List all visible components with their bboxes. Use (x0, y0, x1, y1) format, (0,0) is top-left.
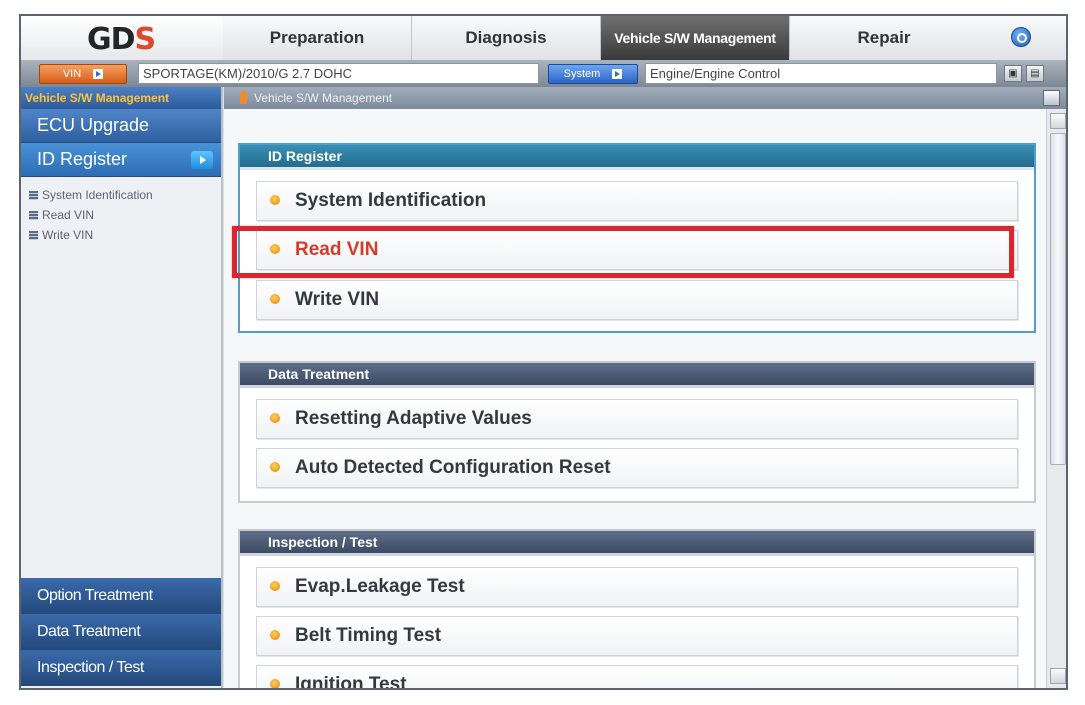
bullet-icon (270, 294, 280, 304)
print-icon[interactable] (1043, 90, 1060, 106)
bullet-icon (270, 244, 280, 254)
vin-button[interactable]: VIN (39, 64, 127, 84)
sidebar-sub-links: System Identification Read VIN Write VIN (21, 177, 221, 245)
sidebar-item-label: ECU Upgrade (37, 115, 150, 135)
sidebar-header: Vehicle S/W Management (21, 87, 221, 109)
tab-repair[interactable]: Repair (790, 16, 979, 60)
group-inspection-test: Inspection / Test Evap.Leakage Test Belt… (238, 529, 1036, 688)
menu-label: System Identification (295, 190, 487, 211)
bullet-icon (270, 195, 280, 205)
write-vin-button[interactable]: Write VIN (256, 280, 1018, 320)
vehicle-field[interactable]: SPORTAGE(KM)/2010/G 2.7 DOHC (138, 63, 539, 84)
vertical-scrollbar[interactable] (1046, 109, 1066, 688)
bullet-icon (270, 462, 280, 472)
content-title: Vehicle S/W Management (254, 91, 393, 105)
bullet-icon (270, 630, 280, 640)
bullet-icon (270, 581, 280, 591)
main-content: ID Register System Identification Read V… (224, 109, 1046, 688)
menu-label: Auto Detected Configuration Reset (295, 457, 611, 478)
arrow-right-icon (93, 69, 104, 80)
menu-label: Write VIN (295, 289, 380, 310)
info-icon[interactable]: ▣ (1004, 65, 1022, 82)
system-field[interactable]: Engine/Engine Control (645, 63, 997, 84)
pin-icon (240, 91, 247, 104)
list-icon (29, 191, 38, 201)
sidebar-item-option-treatment[interactable]: Option Treatment (21, 578, 221, 614)
search-icon (1011, 27, 1031, 47)
sidebar-item-inspection-test[interactable]: Inspection / Test (21, 650, 221, 686)
group-title: Inspection / Test (240, 531, 1034, 556)
sub-link-write-vin[interactable]: Write VIN (29, 225, 221, 245)
logo-text: GDS (87, 22, 156, 57)
menu-label: Ignition Test (295, 674, 407, 688)
system-identification-button[interactable]: System Identification (256, 181, 1018, 221)
group-id-register: ID Register System Identification Read V… (238, 143, 1036, 333)
group-title: Data Treatment (240, 363, 1034, 388)
arrow-right-icon (612, 69, 623, 80)
auto-detected-configuration-reset-button[interactable]: Auto Detected Configuration Reset (256, 448, 1018, 488)
tab-diagnosis[interactable]: Diagnosis (412, 16, 601, 60)
list-icon (29, 211, 38, 221)
bullet-icon (270, 413, 280, 423)
bullet-icon (270, 679, 280, 688)
gds-window: GDS Preparation Diagnosis Vehicle S/W Ma… (19, 14, 1068, 690)
sidebar-item-id-register[interactable]: ID Register (21, 143, 221, 177)
belt-timing-test-button[interactable]: Belt Timing Test (256, 616, 1018, 656)
layout-icon[interactable]: ▤ (1026, 65, 1044, 82)
sidebar-item-label: ID Register (37, 149, 128, 169)
sidebar-item-ecu-upgrade[interactable]: ECU Upgrade (21, 109, 221, 143)
read-vin-button[interactable]: Read VIN (256, 230, 1018, 270)
sub-link-read-vin[interactable]: Read VIN (29, 205, 221, 225)
resetting-adaptive-values-button[interactable]: Resetting Adaptive Values (256, 399, 1018, 439)
menu-label: Read VIN (295, 239, 379, 260)
search-button[interactable] (978, 16, 1066, 60)
menu-label: Evap.Leakage Test (295, 576, 465, 597)
gds-logo: GDS (21, 16, 224, 60)
arrow-right-icon (191, 151, 213, 169)
group-title: ID Register (240, 145, 1034, 170)
sub-link-system-identification[interactable]: System Identification (29, 185, 221, 205)
tab-vehicle-sw-management[interactable]: Vehicle S/W Management (601, 16, 790, 60)
sidebar-bottom-menu: Option Treatment Data Treatment Inspecti… (21, 578, 221, 686)
sidebar-item-data-treatment[interactable]: Data Treatment (21, 614, 221, 650)
list-icon (29, 231, 38, 241)
system-button[interactable]: System (548, 64, 638, 84)
sidebar: Vehicle S/W Management ECU Upgrade ID Re… (21, 87, 223, 688)
content-header: Vehicle S/W Management (224, 87, 1066, 109)
scroll-down-icon[interactable] (1050, 668, 1066, 684)
vehicle-info-bar: VIN SPORTAGE(KM)/2010/G 2.7 DOHC System … (21, 60, 1066, 87)
scroll-up-icon[interactable] (1050, 113, 1066, 129)
evap-leakage-test-button[interactable]: Evap.Leakage Test (256, 567, 1018, 607)
top-navigation: GDS Preparation Diagnosis Vehicle S/W Ma… (21, 16, 1066, 61)
group-data-treatment: Data Treatment Resetting Adaptive Values… (238, 361, 1036, 503)
menu-label: Belt Timing Test (295, 625, 442, 646)
scroll-thumb[interactable] (1050, 133, 1066, 465)
menu-label: Resetting Adaptive Values (295, 408, 532, 429)
ignition-test-button[interactable]: Ignition Test (256, 665, 1018, 688)
tab-preparation[interactable]: Preparation (223, 16, 412, 60)
